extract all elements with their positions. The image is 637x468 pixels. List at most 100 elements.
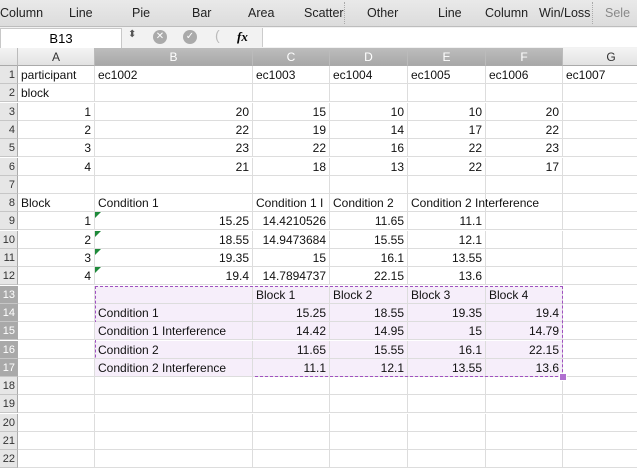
cell-D15[interactable]: 14.95 [330,322,408,341]
ribbon-sparkline-line[interactable]: Line [438,6,462,20]
cell-A2[interactable]: block [18,84,95,103]
cell-E20[interactable] [408,413,486,432]
column-header-F[interactable]: F [486,48,563,66]
cell-D12[interactable]: 22.15 [330,267,408,286]
ribbon-bar[interactable]: Bar [192,6,211,20]
cell-D11[interactable]: 16.1 [330,249,408,267]
cell-D9[interactable]: 11.65 [330,212,408,231]
column-header-D[interactable]: D [330,48,408,66]
ribbon-line[interactable]: Line [69,6,93,20]
cell-F19[interactable] [486,395,563,414]
row-header[interactable]: 20 [0,413,18,432]
column-header-B[interactable]: B [95,48,253,66]
cell-G10[interactable] [563,231,637,249]
cell-E21[interactable] [408,432,486,450]
cell-A6[interactable]: 4 [18,157,95,176]
row-header[interactable]: 18 [0,377,18,396]
cell-C15[interactable]: 14.42 [253,322,330,341]
cell-G11[interactable] [563,249,637,267]
error-indicator-icon[interactable] [95,212,101,219]
cell-C21[interactable] [253,432,330,450]
cell-G2[interactable] [563,84,637,103]
cancel-icon[interactable]: ✕ [153,30,167,44]
cell-E1[interactable]: ec1005 [408,66,486,84]
row-header[interactable]: 15 [0,322,18,341]
cell-G22[interactable] [563,450,637,468]
row-header[interactable]: 12 [0,267,18,286]
formula-input[interactable] [262,28,637,47]
cell-F20[interactable] [486,413,563,432]
ribbon-pie[interactable]: Pie [132,6,150,20]
cell-F18[interactable] [486,377,563,396]
cell-B11[interactable]: 19.35 [95,249,253,267]
cell-B20[interactable] [95,413,253,432]
cell-C5[interactable]: 22 [253,139,330,158]
row-header[interactable]: 7 [0,175,18,194]
cell-B10[interactable]: 18.55 [95,230,253,249]
cell-A18[interactable] [18,377,95,396]
cell-B21[interactable] [95,432,253,450]
row-header[interactable]: 17 [0,358,18,377]
cell-D22[interactable] [330,450,408,468]
cell-G8[interactable] [563,194,637,213]
select-all-corner[interactable] [0,48,18,66]
cell-G20[interactable] [563,414,637,432]
cell-C20[interactable] [253,413,330,432]
cell-F5[interactable]: 23 [486,139,563,158]
cell-D10[interactable]: 15.55 [330,230,408,249]
cell-F22[interactable] [486,450,563,468]
cell-G4[interactable]: 19 [563,121,637,139]
cell-E11[interactable]: 13.55 [408,249,486,267]
cell-C18[interactable] [253,377,330,396]
cell-G13[interactable] [563,286,637,304]
row-header[interactable]: 16 [0,340,18,359]
cell-B1[interactable]: ec1002 [95,66,253,84]
ribbon-other[interactable]: Other [367,6,398,20]
cell-D21[interactable] [330,432,408,450]
cell-A7[interactable] [18,175,95,194]
row-header[interactable]: 14 [0,303,18,322]
row-header[interactable]: 5 [0,139,18,158]
cell-D7[interactable] [330,175,408,194]
cell-G6[interactable]: 16 [563,158,637,176]
cell-B6[interactable]: 21 [95,157,253,176]
cell-A10[interactable]: 2 [18,230,95,249]
cell-C22[interactable] [253,450,330,468]
cell-E17[interactable]: 13.55 [408,358,486,377]
cell-F7[interactable] [486,175,563,194]
cell-E5[interactable]: 22 [408,139,486,158]
cell-F13[interactable]: Block 4 [486,285,563,304]
cell-D2[interactable] [330,84,408,103]
cell-F17[interactable]: 13.6 [486,358,563,377]
error-indicator-icon[interactable] [95,249,101,255]
ribbon-sparkline-column[interactable]: Column [485,6,528,20]
cell-C1[interactable]: ec1003 [253,66,330,84]
row-header[interactable]: 8 [0,194,18,213]
cell-F12[interactable] [486,267,563,286]
row-header[interactable]: 11 [0,249,18,267]
cell-C10[interactable]: 14.9473684 [253,230,330,249]
cell-F3[interactable]: 20 [486,102,563,121]
cell-E12[interactable]: 13.6 [408,267,486,286]
cell-B16[interactable]: Condition 2 [95,340,253,359]
name-box-stepper-icon[interactable]: ⬍ [128,29,136,40]
cell-F1[interactable]: ec1006 [486,66,563,84]
cell-B15[interactable]: Condition 1 Interference [95,322,253,341]
cell-E16[interactable]: 16.1 [408,340,486,359]
ribbon-area[interactable]: Area [248,6,274,20]
row-header[interactable]: 2 [0,84,18,103]
fill-handle[interactable] [559,373,567,382]
cell-G21[interactable] [563,432,637,450]
row-header[interactable]: 22 [0,450,18,468]
row-header[interactable]: 3 [0,102,18,121]
cell-E19[interactable] [408,395,486,414]
cell-G7[interactable] [563,176,637,194]
cell-D3[interactable]: 10 [330,102,408,121]
cell-F10[interactable] [486,230,563,249]
fx-icon[interactable]: fx [237,29,248,45]
cell-E8[interactable]: Condition 2 Interference [408,194,539,213]
cell-A9[interactable]: 1 [18,212,95,231]
cell-C9[interactable]: 14.4210526 [253,212,330,231]
cell-G17[interactable] [563,359,637,377]
cell-E13[interactable]: Block 3 [408,285,486,304]
